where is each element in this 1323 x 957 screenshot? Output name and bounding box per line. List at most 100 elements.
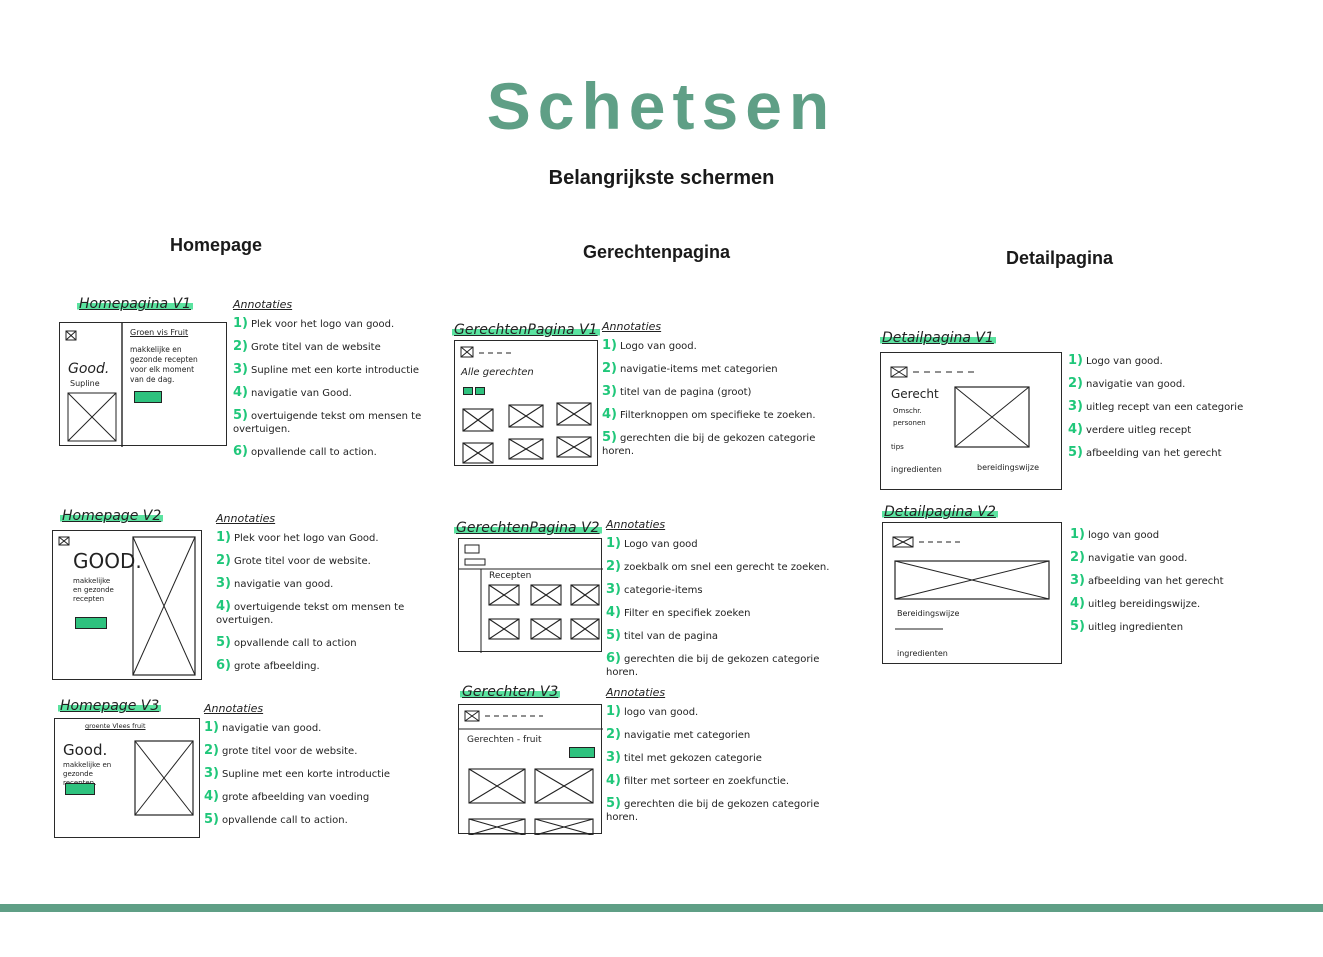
sketch-homepage-v3: Homepage V3 groente Vlees fruit Good. ma… (52, 698, 442, 848)
annotation-item: 2) Grote titel voor de website. (216, 553, 371, 568)
sketch-ingredients: ingredienten (891, 465, 942, 474)
wireframe-lines (459, 710, 603, 835)
column-heading-homepage: Homepage (170, 235, 263, 255)
page-subtitle: Belangrijkste schermen (548, 167, 775, 189)
sketch-heading: Recepten (489, 571, 532, 581)
annotations-heading: Annotaties (606, 518, 666, 531)
sketch-tagline: Supline (70, 379, 100, 388)
annotations-gerechten-v2: Annotaties 1) Logo van good 2) zoekbalk om… (606, 518, 830, 688)
sketch-detail-v2: Detailpagina V2 Bereidingswijze ingredie… (878, 502, 1278, 672)
column-heading-gerechtenpagina: Gerechtenpagina (583, 242, 731, 262)
cta-sketch (134, 391, 162, 403)
annotation-item: 3) navigatie van good. (216, 576, 334, 591)
annotation-item: 1) Logo van good. (602, 338, 697, 353)
column-heading-detailpagina: Detailpagina (1006, 248, 1114, 268)
annotation-item: 3) uitleg recept van een categorie (1068, 399, 1244, 414)
annotation-item: 4) overtuigende tekst om mensen te overtu… (216, 599, 405, 626)
annotations-heading: Annotaties (606, 686, 666, 699)
annotation-item: 4) verdere uitleg recept (1068, 422, 1192, 437)
filter-sketch (569, 747, 595, 758)
sketch-gerechten-v2: GerechtenPagina V2 Recepten Annotaties 1… (452, 514, 832, 678)
sketch-nav: groente Vlees fruit (85, 722, 146, 730)
annotation-item: 5) gerechten die bij de gekozen categorie… (606, 796, 820, 823)
wireframe-lines (460, 346, 592, 464)
wireframe-lines (459, 544, 603, 653)
annotation-item: 1) Plek voor het logo van good. (233, 316, 395, 331)
cta-sketch (65, 783, 95, 795)
annotation-item: 3) titel met gekozen categorie (606, 750, 762, 765)
sketch-title: Homepagina V1 (77, 296, 193, 312)
sketch-preparation: Bereidingswijze (897, 609, 960, 618)
sketch-nav: Groen vis Fruit (130, 328, 189, 337)
sketch-gerechten-v3: Gerechten V3 Gerechten - fruit Annotatie… (454, 684, 834, 840)
wireframe-detail-v1: Gerecht Omschr. personen tips ingredient… (880, 352, 1062, 490)
sketch-meta: tips (891, 443, 904, 451)
sketch-preparation: bereidingswijze (977, 463, 1039, 472)
annotation-item: 2) navigatie van good. (1070, 550, 1188, 565)
filter-sketch (475, 387, 485, 395)
annotation-item: 4) grote afbeelding van voeding (204, 789, 370, 804)
annotation-item: 3) categorie-items (606, 582, 703, 597)
sketch-title: GerechtenPagina V1 (452, 322, 600, 338)
filter-sketch (463, 387, 473, 395)
annotation-item: 4) uitleg bereidingswijze. (1070, 596, 1201, 611)
annotation-item: 5) gerechten die bij de gekozen categorie… (602, 430, 816, 457)
annotations-gerechten-v3: Annotaties 1) logo van good. 2) navigatie … (606, 686, 832, 833)
annotation-item: 2) navigatie-items met categorien (602, 361, 778, 376)
annotation-item: 3) Supline met een korte introductie (233, 362, 420, 377)
annotation-item: 3) afbeelding van het gerecht (1070, 573, 1224, 588)
sketch-brand: GOOD. (73, 549, 142, 573)
wireframe-gerechten-v1: Alle gerechten (454, 340, 598, 466)
sketch-heading: Alle gerechten (461, 367, 534, 378)
sketch-title: Gerechten V3 (460, 684, 561, 700)
annotation-item: 1) logo van good (1070, 527, 1160, 542)
wireframe-detail-v2: Bereidingswijze ingredienten (882, 522, 1062, 664)
annotations-heading: Annotaties (602, 320, 662, 333)
annotation-item: 5) titel van de pagina (606, 628, 719, 643)
annotation-item: 5) overtuigende tekst om mensen te overtu… (233, 408, 422, 435)
sketch-homepage-v2: Homepage V2 GOOD. makkelijke en gezonde … (50, 506, 440, 686)
annotation-item: 2) zoekbalk om snel een gerecht te zoeken… (606, 559, 830, 574)
annotations-detail-v2: 1) logo van good 2) navigatie van good. 3)… (1070, 528, 1276, 643)
wireframe-gerechten-v3: Gerechten - fruit (458, 704, 603, 835)
annotation-item: 1) logo van good. (606, 704, 699, 719)
annotations-heading: Annotaties (216, 512, 276, 525)
annotation-item: 6) gerechten die bij de gekozen categorie… (606, 651, 820, 678)
sketch-brand: Good. (63, 741, 108, 759)
sketch-gerechten-v1: GerechtenPagina V1 Alle gerechten Annota… (450, 316, 830, 476)
annotation-item: 4) navigatie van Good. (233, 385, 352, 400)
annotation-item: 2) navigatie van good. (1068, 376, 1186, 391)
wireframe-lines (892, 536, 1050, 630)
annotation-item: 5) uitleg ingredienten (1070, 619, 1184, 634)
annotation-item: 1) Logo van good. (1068, 353, 1163, 368)
sketch-title: Homepage V3 (58, 698, 162, 714)
sketch-heading: Gerechten - fruit (467, 735, 542, 745)
page-title: Schetsen (486, 69, 837, 143)
annotation-item: 1) Plek voor het logo van Good. (216, 530, 379, 545)
annotation-item: 4) Filter en specifiek zoeken (606, 605, 751, 620)
annotations-homepage-v2: Annotaties 1) Plek voor het logo van Good… (216, 512, 436, 682)
sketch-homepage-v1: Homepagina V1 Good. Supline Groen vis Fr… (55, 292, 435, 472)
annotations-detail-v1: 1) Logo van good. 2) navigatie van good. 3… (1068, 354, 1274, 469)
annotation-item: 3) titel van de pagina (groot) (602, 384, 752, 399)
annotation-item: 1) Logo van good (606, 536, 698, 551)
annotation-item: 6) opvallende call to action. (233, 444, 377, 459)
annotation-item: 4) Filterknoppen om specifieke te zoeken. (602, 407, 816, 422)
annotation-item: 2) Grote titel van de website (233, 339, 381, 354)
sketch-title: Detailpagina V2 (882, 504, 998, 520)
annotation-item: 1) navigatie van good. (204, 720, 322, 735)
wireframe-homepage-v3: groente Vlees fruit Good. makkelijke en … (54, 718, 200, 838)
annotations-homepage-v3: Annotaties 1) navigatie van good. 2) grote… (204, 702, 436, 836)
annotation-item: 2) grote titel voor de website. (204, 743, 358, 758)
sketch-ingredients: ingredienten (897, 649, 948, 658)
annotation-item: 4) filter met sorteer en zoekfunctie. (606, 773, 790, 788)
sketch-meta: personen (893, 419, 926, 427)
annotation-item: 5) opvallende call to action (216, 635, 357, 650)
annotations-homepage-v1: Annotaties 1) Plek voor het logo van good… (233, 298, 433, 468)
wireframe-gerechten-v2: Recepten (458, 538, 603, 653)
footer-divider (0, 904, 1323, 912)
sketch-detail-v1: Detailpagina V1 Gerecht Omschr. personen… (876, 326, 1276, 496)
annotation-item: 3) Supline met een korte introductie (204, 766, 391, 781)
annotations-gerechten-v1: Annotaties 1) Logo van good. 2) navigatie-… (602, 320, 828, 467)
sketch-brand: Good. (68, 361, 110, 377)
